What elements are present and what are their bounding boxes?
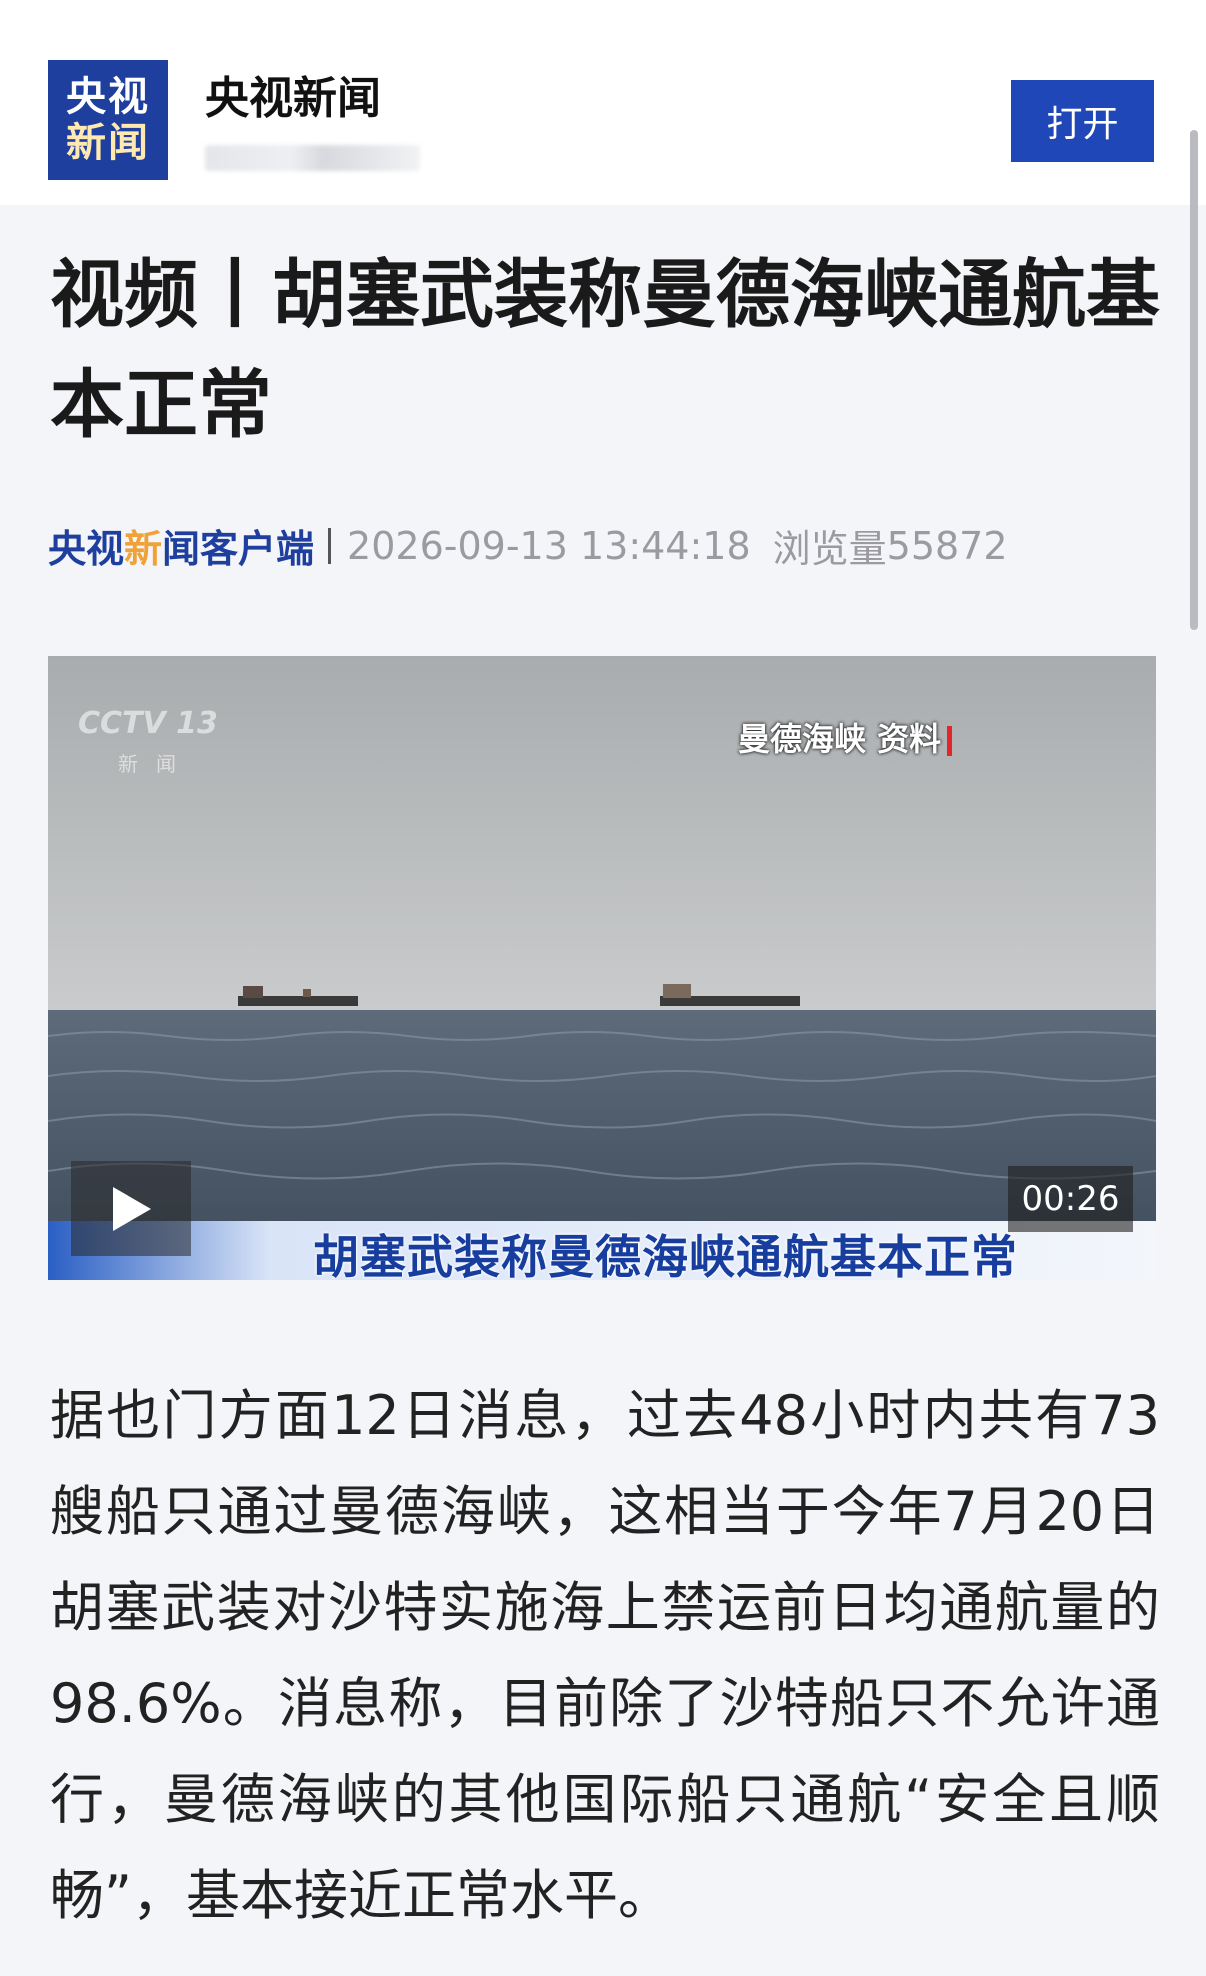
video-headline: 胡塞武装称曼德海峡通航基本正常 (313, 1230, 1018, 1280)
app-name: 央视新闻 (205, 73, 381, 124)
app-subtitle-blurred (205, 145, 420, 171)
article-meta: 央视新闻客户端 2026-09-13 13:44:18 浏览量 55872 (48, 518, 1008, 573)
video-frame (48, 656, 1156, 1280)
caption-red-bar (947, 726, 953, 756)
location-caption-text: 曼德海峡 资料 (738, 720, 942, 758)
scrollbar[interactable] (1190, 130, 1198, 630)
channel-sub: 新闻 (118, 752, 194, 776)
publish-date: 2026-09-13 13:44:18 (347, 523, 751, 568)
open-app-button[interactable]: 打开 (1011, 80, 1154, 162)
article-title: 视频丨胡塞武装称曼德海峡通航基本正常 (50, 252, 1160, 448)
logo-line-2: 新闻 (66, 120, 150, 166)
source-part-3: 闻客户端 (162, 527, 315, 571)
video-player[interactable]: CCTV 13 新闻 曼德海峡 资料 胡塞武装称曼德海峡通航基本正常 00:26 (48, 656, 1156, 1280)
source-part-1: 央视 (48, 527, 125, 571)
cctv-news-logo[interactable]: 央视 新闻 (48, 60, 168, 180)
channel-logo: CCTV 13 (78, 706, 218, 741)
views-label: 浏览量 (772, 527, 887, 571)
source-part-2: 新 (124, 527, 163, 571)
article-body: 据也门方面12日消息，过去48小时内共有73艘船只通过曼德海峡，这相当于今年7月… (50, 1384, 1160, 1927)
meta-divider (328, 527, 332, 564)
app-header: 央视 新闻 央视新闻 打开 (0, 0, 1206, 205)
video-duration: 00:26 (1008, 1166, 1133, 1232)
play-button[interactable] (71, 1161, 191, 1256)
views-count: 55872 (886, 523, 1008, 568)
logo-line-1: 央视 (66, 74, 150, 120)
location-caption: 曼德海峡 资料 (738, 714, 953, 760)
article-source: 央视新闻客户端 (48, 518, 314, 573)
play-icon (113, 1186, 151, 1231)
